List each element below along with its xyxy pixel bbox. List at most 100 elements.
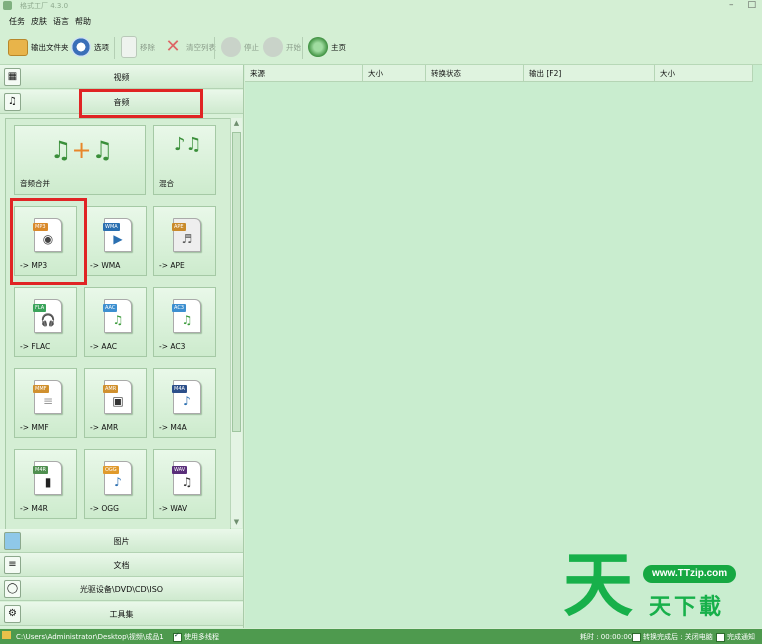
scroll-thumb[interactable] bbox=[232, 132, 241, 432]
tile-ac3[interactable]: AC3 ♫ -> AC3 bbox=[153, 287, 216, 357]
output-path[interactable]: C:\Users\Administrator\Desktop\视频\成品1 bbox=[16, 632, 164, 642]
home-label: 主页 bbox=[331, 42, 346, 52]
tiles-scrollbar[interactable]: ▲ ▼ bbox=[230, 118, 242, 528]
column-size[interactable]: 大小 bbox=[363, 65, 426, 82]
start-label: 开始 bbox=[286, 42, 301, 52]
format-badge: FLA bbox=[33, 304, 47, 312]
toolbar: 输出文件夹 选项 移除 ✕ 清空列表 停止 开始 主页 bbox=[0, 31, 762, 65]
tile-wma[interactable]: WMA ▶ -> WMA bbox=[84, 206, 147, 276]
format-badge: M4A bbox=[172, 385, 187, 393]
document-icon: ≡ bbox=[42, 394, 54, 408]
m4r-file-icon: M4R ▮ bbox=[33, 461, 62, 495]
tile-amr[interactable]: AMR ▣ -> AMR bbox=[84, 368, 147, 438]
audio-merge-icon: ♫+♫ bbox=[50, 136, 114, 164]
category-panel: ▦ 视频 ♫ 音频 ♫+♫ 音频合并 ♪♫ 混合 MP3 ◉ -> MP3 WM… bbox=[0, 65, 244, 628]
mmf-file-icon: MMF ≡ bbox=[33, 380, 62, 414]
music-note-icon: ♪ bbox=[114, 475, 122, 489]
category-document[interactable]: ≡ 文档 bbox=[0, 553, 243, 577]
watermark: 天 www.TTzip.com 天下載 bbox=[563, 545, 758, 630]
phone-icon: ▮ bbox=[44, 475, 52, 489]
mix-icon: ♪♫ bbox=[174, 134, 202, 155]
tile-label: -> AMR bbox=[90, 423, 119, 432]
wma-file-icon: WMA ▶ bbox=[103, 218, 132, 252]
menu-bar: 任务 皮肤 语言 帮助 bbox=[0, 13, 762, 29]
category-document-label: 文档 bbox=[113, 561, 130, 570]
output-folder-label: 输出文件夹 bbox=[31, 42, 69, 52]
tile-ogg[interactable]: OGG ♪ -> OGG bbox=[84, 449, 147, 519]
format-badge: WAV bbox=[172, 466, 188, 474]
ogg-file-icon: OGG ♪ bbox=[103, 461, 132, 495]
format-badge: M4R bbox=[33, 466, 48, 474]
format-badge: OGG bbox=[103, 466, 119, 474]
menu-language[interactable]: 语言 bbox=[53, 16, 69, 27]
multithread-checkbox[interactable]: 使用多线程 bbox=[173, 631, 219, 642]
menu-task[interactable]: 任务 bbox=[9, 16, 25, 27]
tile-flac[interactable]: FLA 🎧 -> FLAC bbox=[14, 287, 77, 357]
scroll-up-icon[interactable]: ▲ bbox=[232, 118, 241, 129]
audio-tiles-grid: ♫+♫ 音频合并 ♪♫ 混合 MP3 ◉ -> MP3 WMA ▶ -> WMA… bbox=[5, 118, 231, 530]
tile-ape[interactable]: APE ♬ -> APE bbox=[153, 206, 216, 276]
category-video-label: 视频 bbox=[113, 73, 130, 82]
menu-help[interactable]: 帮助 bbox=[75, 16, 91, 27]
task-list[interactable]: 来源 大小 转换状态 输出 [F2] 大小 bbox=[245, 65, 762, 628]
format-badge: MMF bbox=[33, 385, 49, 393]
column-source[interactable]: 来源 bbox=[245, 65, 363, 82]
menu-skin[interactable]: 皮肤 bbox=[31, 16, 47, 27]
minimize-button[interactable]: – bbox=[729, 0, 734, 10]
category-video[interactable]: ▦ 视频 bbox=[0, 65, 243, 89]
elapsed-time: 耗时 : 00:00:00 bbox=[580, 633, 633, 641]
category-optical[interactable]: ◯ 光驱设备\DVD\CD\ISO bbox=[0, 577, 243, 601]
flac-file-icon: FLA 🎧 bbox=[33, 299, 62, 333]
notify-checkbox[interactable]: 完成通知 bbox=[716, 632, 755, 642]
folder-icon bbox=[2, 631, 11, 641]
ac3-file-icon: AC3 ♫ bbox=[172, 299, 201, 333]
tile-label: -> AAC bbox=[90, 342, 117, 351]
after-convert-label: 转换完成后 : 关闭电脑 bbox=[643, 633, 713, 641]
remove-icon bbox=[121, 36, 137, 58]
tile-label: -> WAV bbox=[159, 504, 188, 513]
tile-label: -> M4R bbox=[20, 504, 48, 513]
stop-button[interactable]: 停止 bbox=[221, 34, 259, 60]
output-folder-button[interactable]: 输出文件夹 bbox=[8, 34, 69, 60]
scroll-down-icon[interactable]: ▼ bbox=[232, 517, 241, 528]
wav-file-icon: WAV ♫ bbox=[172, 461, 201, 495]
format-badge: AAC bbox=[103, 304, 118, 312]
amr-file-icon: AMR ▣ bbox=[103, 380, 132, 414]
tile-mix[interactable]: ♪♫ 混合 bbox=[153, 125, 216, 195]
highlight-mp3-tile bbox=[10, 198, 87, 285]
category-tools[interactable]: ⚙ 工具集 bbox=[0, 602, 243, 626]
tile-m4r[interactable]: M4R ▮ -> M4R bbox=[14, 449, 77, 519]
app-icon bbox=[3, 1, 12, 10]
format-badge: AC3 bbox=[172, 304, 187, 312]
close-icon: ✕ bbox=[165, 36, 181, 57]
tile-audio-merge[interactable]: ♫+♫ 音频合并 bbox=[14, 125, 146, 195]
tile-label: 音频合并 bbox=[20, 179, 50, 188]
tile-label: -> OGG bbox=[90, 504, 119, 513]
checkbox-icon bbox=[716, 632, 725, 642]
maximize-button[interactable]: □ bbox=[747, 0, 756, 10]
music-icon: ♫ bbox=[181, 475, 193, 489]
column-output-size[interactable]: 大小 bbox=[655, 65, 753, 82]
tile-label: -> FLAC bbox=[20, 342, 51, 351]
music-icon: ♫ bbox=[181, 313, 193, 327]
after-convert-checkbox[interactable]: 转换完成后 : 关闭电脑 bbox=[632, 632, 713, 642]
options-button[interactable]: 选项 bbox=[71, 34, 109, 60]
checkbox-icon bbox=[173, 631, 182, 642]
notify-label: 完成通知 bbox=[727, 633, 755, 641]
category-tools-label: 工具集 bbox=[109, 610, 134, 619]
clear-list-label: 清空列表 bbox=[186, 42, 216, 52]
clear-list-button[interactable]: ✕ 清空列表 bbox=[163, 34, 216, 60]
remove-label: 移除 bbox=[140, 42, 155, 52]
remove-button[interactable]: 移除 bbox=[121, 34, 155, 60]
tile-aac[interactable]: AAC ♫ -> AAC bbox=[84, 287, 147, 357]
home-button[interactable]: 主页 bbox=[308, 34, 346, 60]
tile-m4a[interactable]: M4A ♪ -> M4A bbox=[153, 368, 216, 438]
start-button[interactable]: 开始 bbox=[263, 34, 301, 60]
tile-mmf[interactable]: MMF ≡ -> MMF bbox=[14, 368, 77, 438]
music-icon: ♬ bbox=[181, 232, 193, 246]
column-status[interactable]: 转换状态 bbox=[426, 65, 524, 82]
category-picture[interactable]: 图片 bbox=[0, 529, 243, 553]
aac-file-icon: AAC ♫ bbox=[103, 299, 132, 333]
column-output[interactable]: 输出 [F2] bbox=[524, 65, 655, 82]
tile-wav[interactable]: WAV ♫ -> WAV bbox=[153, 449, 216, 519]
